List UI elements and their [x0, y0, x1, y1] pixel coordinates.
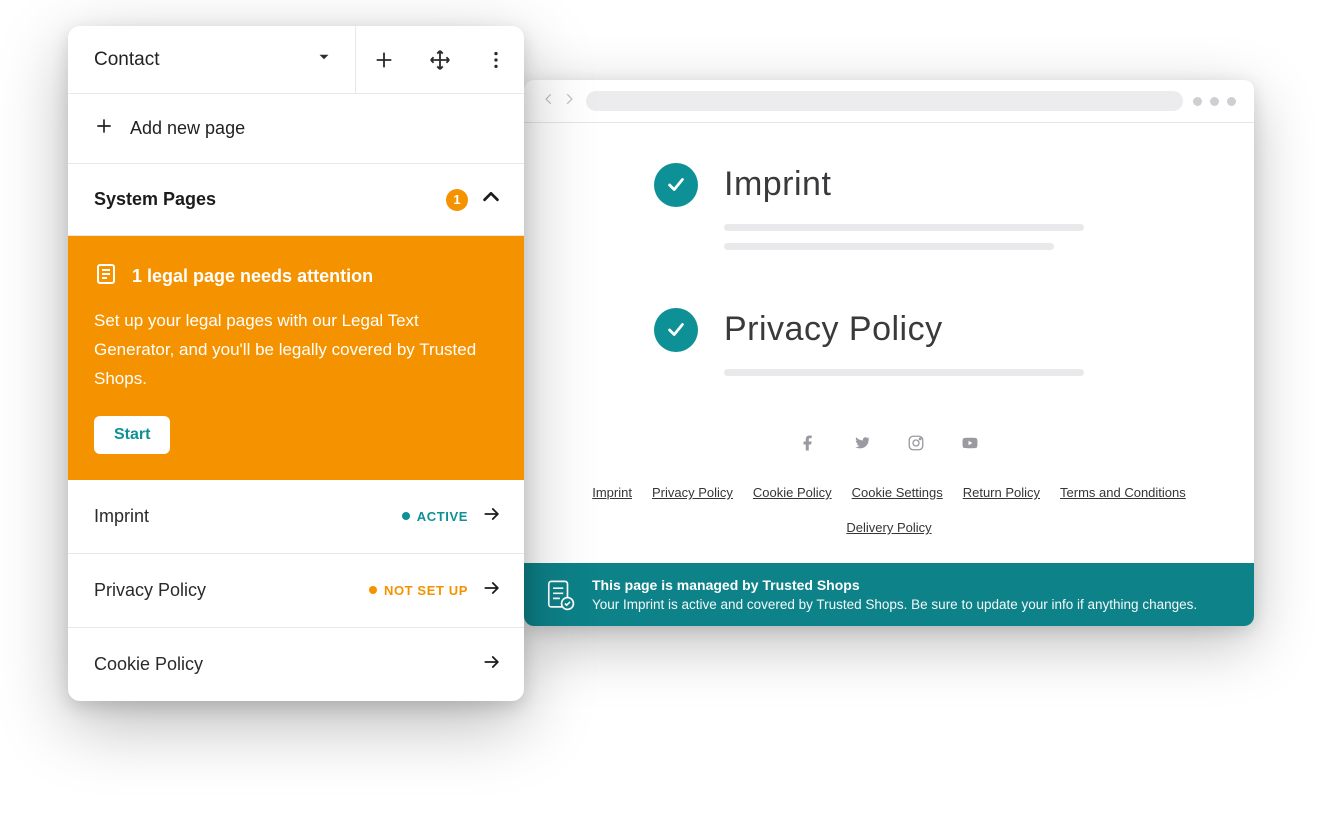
doc-title: Imprint: [724, 165, 1084, 204]
check-icon: [654, 308, 698, 352]
footer-link[interactable]: Privacy Policy: [652, 485, 733, 500]
facebook-icon[interactable]: [799, 434, 817, 457]
placeholder-lines: [724, 369, 1084, 376]
status-active: ACTIVE: [402, 509, 468, 524]
plus-icon: [94, 116, 114, 141]
pages-panel: Contact Add new page: [68, 26, 524, 701]
browser-toolbar: [524, 80, 1254, 123]
chevron-up-icon: [480, 186, 502, 213]
banner-title: This page is managed by Trusted Shops: [592, 577, 1197, 593]
system-page-privacy[interactable]: Privacy Policy NOT SET UP: [68, 554, 524, 628]
list-item-label: Imprint: [94, 506, 388, 527]
chevron-down-icon: [315, 48, 333, 72]
youtube-icon[interactable]: [961, 434, 979, 457]
clipboard-check-icon: [542, 578, 576, 612]
footer-links: Imprint Privacy Policy Cookie Policy Coo…: [584, 485, 1194, 535]
window-dots: [1193, 97, 1236, 106]
move-button[interactable]: [412, 26, 468, 93]
trusted-shops-banner: This page is managed by Trusted Shops Yo…: [524, 563, 1254, 626]
back-icon[interactable]: [542, 92, 556, 111]
instagram-icon[interactable]: [907, 434, 925, 457]
check-icon: [654, 163, 698, 207]
arrow-right-icon: [482, 578, 502, 603]
alert-body: Set up your legal pages with our Legal T…: [94, 307, 498, 394]
arrow-right-icon: [482, 652, 502, 677]
add-button[interactable]: [356, 26, 412, 93]
doc-section-privacy: Privacy Policy: [654, 308, 1194, 388]
footer-link[interactable]: Imprint: [592, 485, 632, 500]
alert-title: 1 legal page needs attention: [132, 266, 373, 287]
arrow-right-icon: [482, 504, 502, 529]
section-title: System Pages: [94, 189, 434, 210]
start-button[interactable]: Start: [94, 416, 170, 454]
document-icon: [94, 262, 118, 291]
footer-link[interactable]: Delivery Policy: [846, 520, 931, 535]
list-item-label: Privacy Policy: [94, 580, 355, 601]
list-item-label: Cookie Policy: [94, 654, 468, 675]
alert-count-badge: 1: [446, 189, 468, 211]
legal-alert-card: 1 legal page needs attention Set up your…: [68, 236, 524, 480]
social-row: [584, 434, 1194, 457]
system-pages-header[interactable]: System Pages 1: [68, 164, 524, 236]
doc-section-imprint: Imprint: [654, 163, 1194, 262]
banner-text: Your Imprint is active and covered by Tr…: [592, 597, 1197, 612]
address-bar[interactable]: [586, 91, 1183, 111]
forward-icon[interactable]: [562, 92, 576, 111]
page-selector[interactable]: Contact: [68, 26, 356, 93]
add-new-page[interactable]: Add new page: [68, 94, 524, 164]
browser-body: Imprint Privacy Policy: [524, 123, 1254, 563]
status-not-set-up: NOT SET UP: [369, 583, 468, 598]
footer-link[interactable]: Return Policy: [963, 485, 1040, 500]
footer-link[interactable]: Cookie Policy: [753, 485, 832, 500]
more-button[interactable]: [468, 26, 524, 93]
nav-arrows: [542, 92, 576, 111]
twitter-icon[interactable]: [853, 434, 871, 457]
panel-header: Contact: [68, 26, 524, 94]
footer-link[interactable]: Terms and Conditions: [1060, 485, 1186, 500]
page-selector-label: Contact: [94, 49, 159, 71]
browser-window: Imprint Privacy Policy: [524, 80, 1254, 626]
doc-title: Privacy Policy: [724, 310, 1084, 349]
system-page-imprint[interactable]: Imprint ACTIVE: [68, 480, 524, 554]
add-new-page-label: Add new page: [130, 118, 245, 139]
system-page-cookie[interactable]: Cookie Policy: [68, 628, 524, 701]
placeholder-lines: [724, 224, 1084, 250]
footer-link[interactable]: Cookie Settings: [852, 485, 943, 500]
